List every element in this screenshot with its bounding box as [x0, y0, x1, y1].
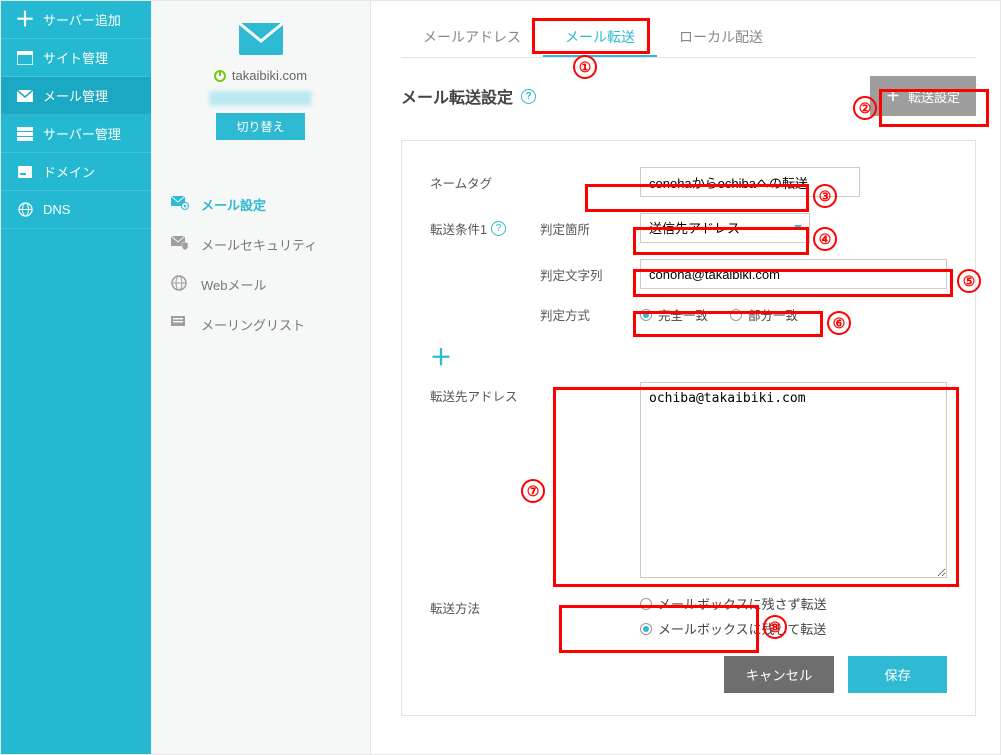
radio-icon — [640, 598, 652, 610]
mail-hero-icon — [239, 23, 283, 58]
nav-item-site[interactable]: サイト管理 — [1, 39, 151, 77]
nav-item-server[interactable]: サーバー管理 — [1, 115, 151, 153]
primary-nav: ＋ サーバー追加 サイト管理 メール管理 サーバー管理 ドメイン — [1, 1, 151, 754]
nav-item-label: サーバー管理 — [43, 124, 121, 143]
tab-mail-forward[interactable]: メール転送 — [543, 19, 657, 57]
submenu-item-label: Webメール — [201, 275, 267, 294]
globe-mail-icon — [171, 275, 193, 294]
radio-icon — [640, 623, 652, 635]
help-icon[interactable]: ? — [491, 221, 506, 236]
textarea-fwd-addr[interactable]: ochiba@takaibiki.com — [640, 382, 947, 578]
tile-icon — [15, 166, 35, 178]
nav-item-label: DNS — [43, 202, 70, 217]
cancel-button[interactable]: キャンセル — [724, 656, 835, 693]
envelope-icon — [15, 90, 35, 102]
add-condition-button[interactable]: ＋ — [430, 340, 947, 372]
add-forward-button[interactable]: ＋ 転送設定 — [870, 76, 976, 116]
globe-icon — [15, 202, 35, 217]
domain-text: takaibiki.com — [232, 68, 307, 83]
submenu-item-mail-settings[interactable]: メール設定 — [151, 184, 370, 224]
sub-menu: メール設定 メールセキュリティ Webメール メーリングリスト — [151, 184, 370, 344]
window-icon — [15, 51, 35, 65]
nav-item-label: サイト管理 — [43, 48, 108, 67]
nav-item-label: サーバー追加 — [43, 10, 121, 29]
nav-item-domain[interactable]: ドメイン — [1, 153, 151, 191]
secondary-nav: takaibiki.com ████████████ 切り替え メール設定 メー… — [151, 1, 371, 754]
forward-form: ネームタグ 転送条件1 ? 判定箇所 送信先アドレス 判定文字列 — [401, 140, 976, 716]
save-button[interactable]: 保存 — [848, 656, 947, 693]
label-fwd-addr: 転送先アドレス — [430, 382, 540, 405]
nav-item-mail[interactable]: メール管理 — [1, 77, 151, 115]
radio-icon — [640, 309, 652, 321]
page-title: メール転送設定 ? — [401, 84, 536, 108]
power-icon — [214, 70, 226, 82]
content-area: メールアドレス メール転送 ローカル配送 メール転送設定 ? ＋ 転送設定 ネー… — [371, 1, 1000, 754]
mail-cog-icon — [171, 196, 193, 213]
nav-item-label: ドメイン — [43, 162, 95, 181]
radio-keep-after[interactable]: メールボックスに残して転送 — [640, 619, 827, 638]
switch-site-button[interactable]: 切り替え — [216, 113, 304, 140]
radio-delete-after[interactable]: メールボックスに残さず転送 — [640, 594, 827, 613]
nav-item-label: メール管理 — [43, 86, 108, 105]
radio-partial-match[interactable]: 部分一致 — [730, 305, 798, 324]
site-block: takaibiki.com ████████████ 切り替え — [151, 1, 370, 158]
radio-icon — [730, 309, 742, 321]
submenu-item-label: メールセキュリティ — [201, 235, 317, 254]
label-fwd-method: 転送方法 — [430, 594, 540, 617]
list-mail-icon — [171, 316, 193, 333]
submenu-item-mailing-list[interactable]: メーリングリスト — [151, 304, 370, 344]
label-judge-str: 判定文字列 — [540, 265, 640, 284]
servers-icon — [15, 127, 35, 141]
tab-mail-address[interactable]: メールアドレス — [401, 19, 543, 57]
label-cond1: 転送条件1 ? — [430, 219, 540, 238]
submenu-item-webmail[interactable]: Webメール — [151, 264, 370, 304]
label-judge-loc: 判定箇所 — [540, 219, 640, 238]
select-judge-loc[interactable]: 送信先アドレス — [640, 213, 810, 243]
mail-shield-icon — [171, 236, 193, 253]
blurred-info: ████████████ — [161, 91, 360, 105]
domain-display: takaibiki.com — [161, 68, 360, 83]
help-icon[interactable]: ? — [521, 89, 536, 104]
nav-item-add-server[interactable]: ＋ サーバー追加 — [1, 1, 151, 39]
tabs: メールアドレス メール転送 ローカル配送 — [401, 19, 976, 58]
label-judge-mode: 判定方式 — [540, 305, 640, 324]
submenu-item-mail-security[interactable]: メールセキュリティ — [151, 224, 370, 264]
input-name-tag[interactable] — [640, 167, 860, 197]
plus-icon: ＋ — [886, 86, 900, 106]
submenu-item-label: メール設定 — [201, 195, 266, 214]
input-judge-str[interactable] — [640, 259, 947, 289]
submenu-item-label: メーリングリスト — [201, 315, 305, 334]
label-name-tag: ネームタグ — [430, 173, 540, 192]
tab-local-delivery[interactable]: ローカル配送 — [657, 19, 785, 57]
radio-exact-match[interactable]: 完全一致 — [640, 305, 708, 324]
nav-item-dns[interactable]: DNS — [1, 191, 151, 229]
